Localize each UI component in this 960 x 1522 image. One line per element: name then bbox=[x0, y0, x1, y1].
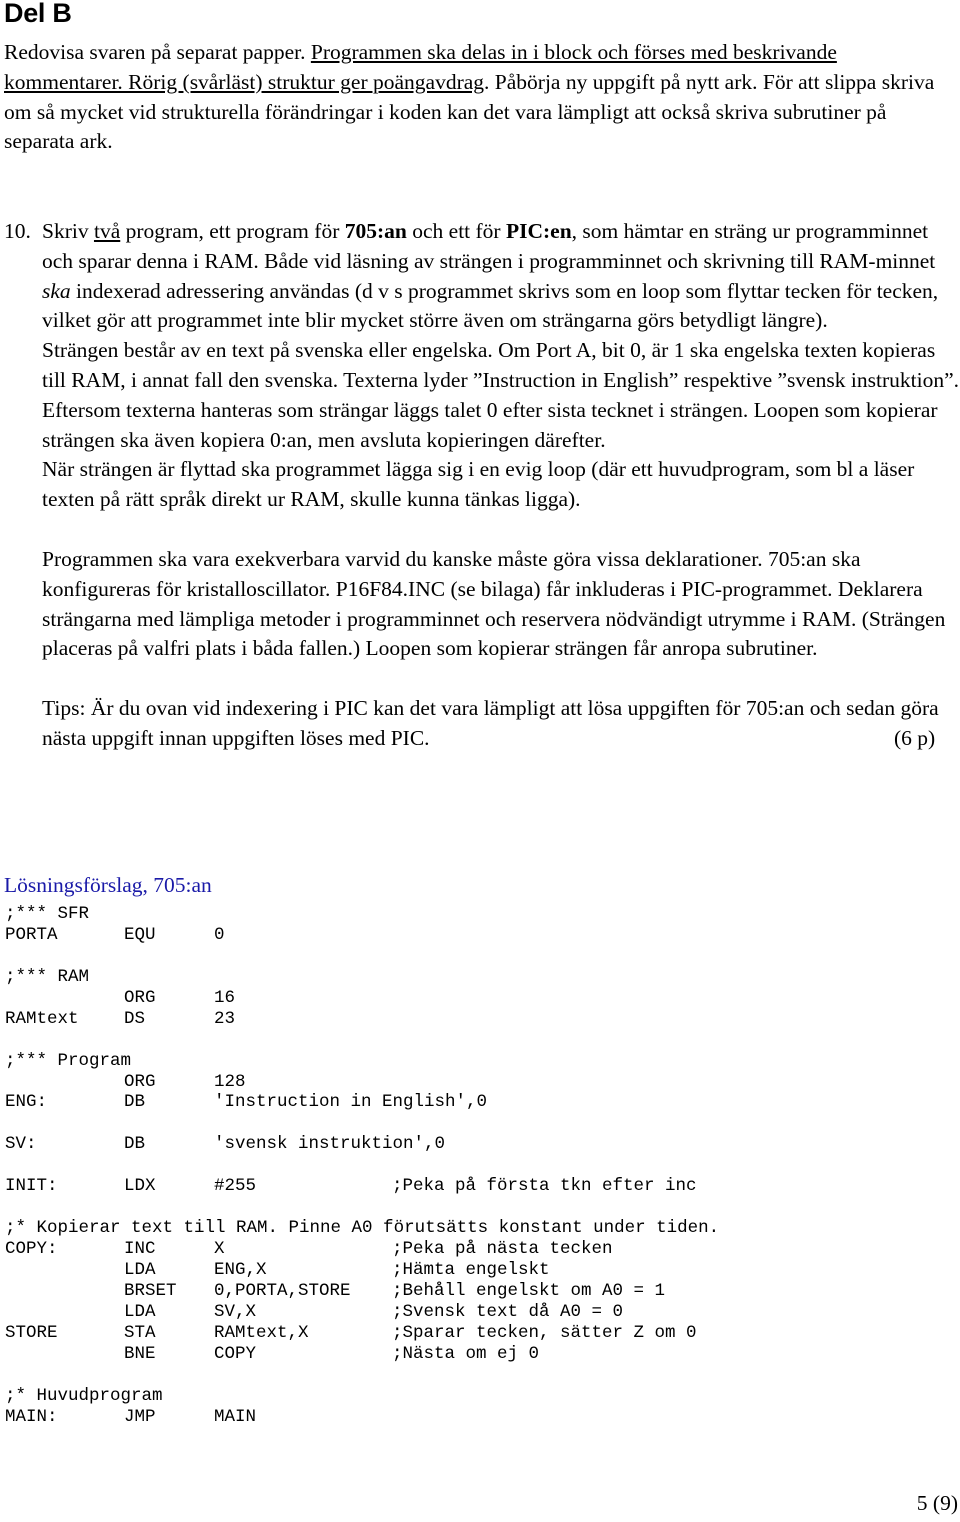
code-comment: ;Nästa om ej 0 bbox=[392, 1343, 540, 1364]
code-line: INIT: LDX #255 ;Peka på första tkn efter in… bbox=[5, 1176, 719, 1197]
code-label: RAMtext bbox=[5, 1008, 79, 1029]
code-label: PORTA bbox=[5, 924, 58, 945]
code-comment: ;Peka på nästa tecken bbox=[392, 1239, 613, 1259]
code-label: STORE bbox=[5, 1322, 58, 1343]
text: och ett för bbox=[406, 219, 506, 243]
code-opcode: DB bbox=[124, 1092, 146, 1113]
code-line: MAIN: JMP MAIN bbox=[5, 1407, 719, 1428]
solution-title: Lösningsförslag, 705:an bbox=[4, 873, 212, 897]
code-operand: 128 bbox=[214, 1071, 246, 1092]
code-operand: MAIN bbox=[214, 1406, 257, 1427]
code-opcode: BNE bbox=[124, 1343, 156, 1364]
code-operand: #255 bbox=[214, 1176, 257, 1197]
code-label: ENG: bbox=[5, 1092, 48, 1113]
code-line: ;*** SFR bbox=[5, 904, 719, 925]
code-opcode: BRSET bbox=[124, 1280, 177, 1301]
code-label: COPY: bbox=[5, 1239, 58, 1259]
code-line: ORG 128 bbox=[5, 1072, 719, 1093]
code-operand: 16 bbox=[214, 987, 236, 1008]
code-opcode: ORG bbox=[124, 1071, 156, 1092]
code-line: ;* Kopierar text till RAM. Pinne A0 föru… bbox=[5, 1218, 719, 1239]
code-comment: ;*** SFR bbox=[5, 904, 90, 924]
code-line: LDA SV,X ;Svensk text då A0 = 0 bbox=[5, 1302, 719, 1323]
code-label: SV: bbox=[5, 1134, 37, 1155]
code-label: INIT: bbox=[5, 1176, 58, 1197]
task-number: 10. bbox=[4, 219, 31, 243]
code-opcode: LDX bbox=[124, 1176, 156, 1197]
code-opcode: DS bbox=[124, 1008, 146, 1029]
code-line: ENG: DB 'Instruction in English',0 bbox=[5, 1092, 719, 1113]
code-operand: X bbox=[214, 1239, 225, 1259]
code-opcode: STA bbox=[124, 1322, 156, 1343]
code-line: RAMtext DS 23 bbox=[5, 1009, 719, 1030]
page-number: 5 (9) bbox=[916, 1491, 958, 1515]
task-paragraph-2: Strängen består av en text på svenska el… bbox=[42, 338, 960, 452]
intro-paragraph: Redovisa svaren på separat papper. Progr… bbox=[4, 38, 959, 157]
code-comment: ;*** Program bbox=[5, 1050, 132, 1071]
emphasis-italic: ska bbox=[42, 278, 71, 303]
code-opcode: INC bbox=[124, 1239, 156, 1259]
code-line: SV: DB 'svensk instruktion',0 bbox=[5, 1134, 719, 1155]
text: indexerad adressering användas (d v s pr… bbox=[42, 278, 939, 333]
code-line: STORE STA RAMtext,X ;Sparar tecken, sätter … bbox=[5, 1323, 719, 1344]
code-line: ;* Huvudprogram bbox=[5, 1386, 719, 1407]
code-operand: 0,PORTA,STORE bbox=[214, 1280, 351, 1301]
code-listing: ;*** SFR PORTA EQU 0 ;*** RAM ORG 16 RAMtext DS 2… bbox=[5, 904, 719, 1427]
code-comment: ;*** RAM bbox=[5, 966, 90, 987]
code-opcode: LDA bbox=[124, 1259, 156, 1280]
emphasis-bold: PIC:en bbox=[505, 219, 572, 243]
code-line: BNE COPY ;Nästa om ej 0 bbox=[5, 1344, 719, 1365]
section-title: Del B bbox=[4, 0, 72, 28]
code-comment: ;* Huvudprogram bbox=[5, 1385, 163, 1406]
code-operand: 'Instruction in English',0 bbox=[214, 1092, 488, 1113]
code-comment: ;Svensk text då A0 = 0 bbox=[392, 1301, 624, 1322]
emphasis-bold: 705:an bbox=[344, 219, 407, 243]
code-line: LDA ENG,X ;Hämta engelskt bbox=[5, 1260, 719, 1281]
code-line: ;*** Program bbox=[5, 1051, 719, 1072]
code-operand: 23 bbox=[214, 1008, 236, 1029]
code-comment: ;Behåll engelskt om A0 = 1 bbox=[392, 1280, 666, 1301]
code-operand: 0 bbox=[214, 924, 225, 945]
code-operand: RAMtext,X bbox=[214, 1322, 309, 1343]
intro-text: Redovisa svaren på separat papper. bbox=[4, 40, 311, 64]
task-10: 10. Skriv två program, ett program för 7… bbox=[4, 217, 960, 754]
emphasis-underlined: två bbox=[93, 219, 121, 243]
code-opcode: ORG bbox=[124, 987, 156, 1008]
text: program, ett program för bbox=[120, 219, 345, 243]
code-line: PORTA EQU 0 bbox=[5, 925, 719, 946]
code-line: COPY: INC X ;Peka på nästa tecken bbox=[5, 1239, 719, 1260]
code-operand: SV,X bbox=[214, 1301, 257, 1322]
code-opcode: LDA bbox=[124, 1301, 156, 1322]
code-line: ;*** RAM bbox=[5, 967, 719, 988]
code-comment: ;Sparar tecken, sätter Z om 0 bbox=[392, 1322, 697, 1343]
code-line: BRSET 0,PORTA,STORE ;Behåll engelskt om A0… bbox=[5, 1281, 719, 1302]
code-operand: 'svensk instruktion',0 bbox=[214, 1134, 446, 1155]
task-paragraph-3: När strängen är flyttad ska programmet l… bbox=[42, 457, 915, 512]
points-label: (6 p) bbox=[894, 725, 936, 750]
task-paragraph-1: Skriv två program, ett program för 705:a… bbox=[42, 217, 960, 336]
code-line: ORG 16 bbox=[5, 988, 719, 1009]
code-comment: ;Hämta engelskt bbox=[392, 1259, 550, 1280]
code-operand: ENG,X bbox=[214, 1259, 267, 1280]
task-paragraph-4: Programmen ska vara exekverbara varvid d… bbox=[42, 546, 946, 661]
text: Skriv bbox=[42, 219, 94, 243]
code-comment: ;Peka på första tkn efter inc bbox=[392, 1176, 697, 1197]
code-comment: ;* Kopierar text till RAM. Pinne A0 föru… bbox=[5, 1218, 720, 1239]
tips-text: Tips: Är du ovan vid indexering i PIC ka… bbox=[42, 696, 939, 750]
code-opcode: JMP bbox=[124, 1406, 156, 1427]
code-label: MAIN: bbox=[5, 1406, 58, 1427]
document-page: Del B Redovisa svaren på separat papper.… bbox=[0, 0, 960, 1522]
code-opcode: EQU bbox=[124, 924, 156, 945]
code-opcode: DB bbox=[124, 1134, 146, 1155]
task-tips: Tips: Är du ovan vid indexering i PIC ka… bbox=[42, 694, 960, 754]
code-operand: COPY bbox=[214, 1343, 257, 1364]
